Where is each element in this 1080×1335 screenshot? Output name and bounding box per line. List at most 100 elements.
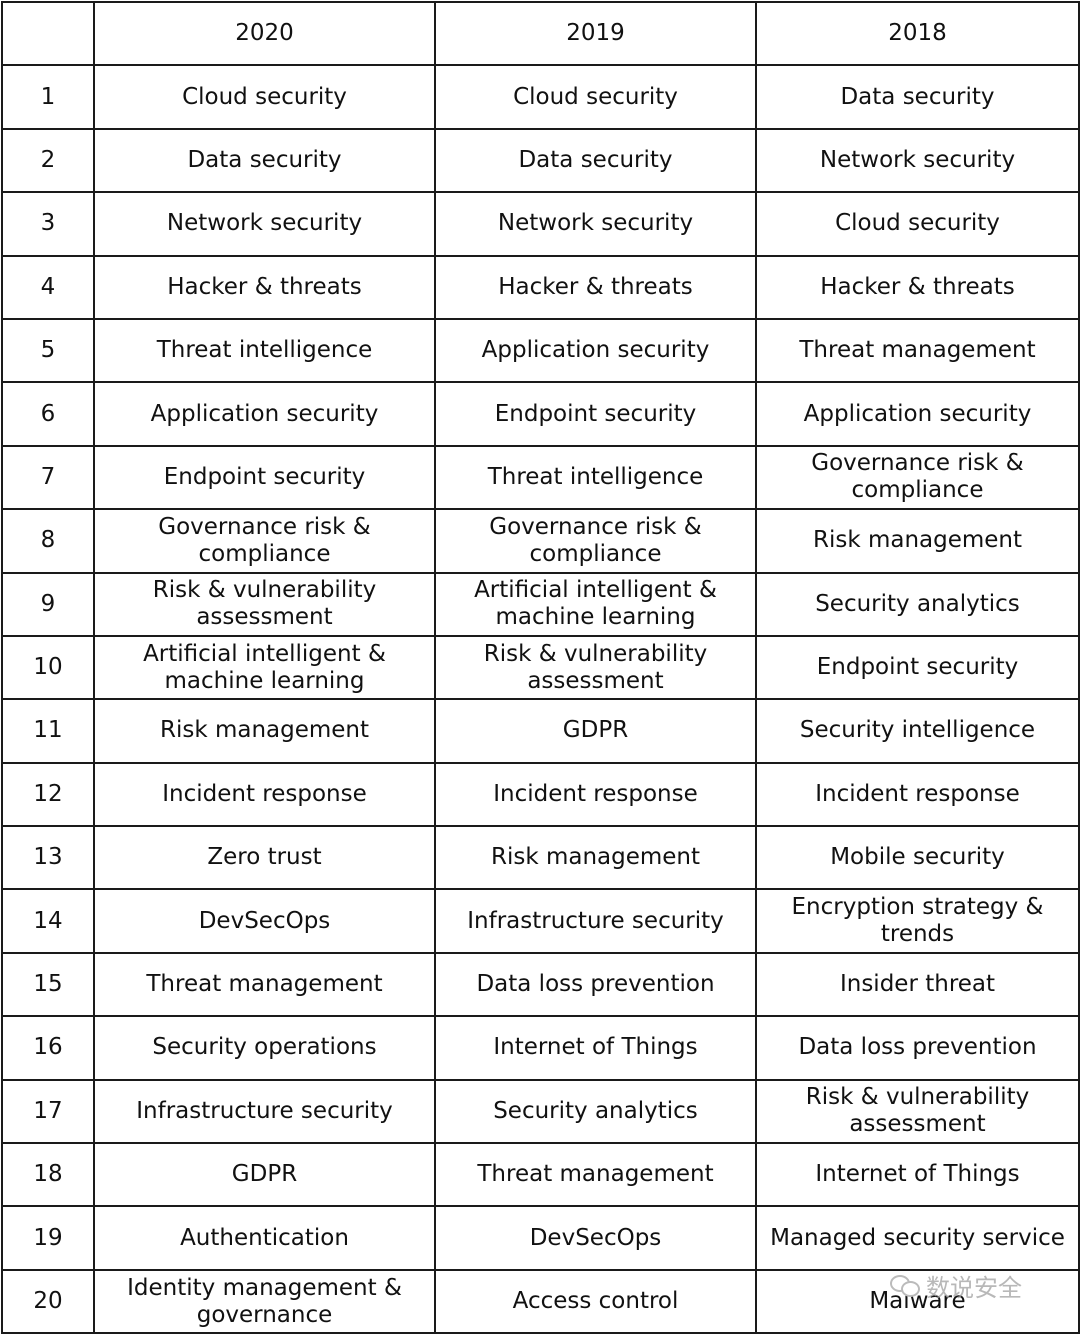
cell-2020: Authentication <box>93 1205 436 1271</box>
cell-2019: Cloud security <box>434 64 757 130</box>
cell-2019: GDPR <box>434 698 757 764</box>
cell-2019: Incident response <box>434 761 757 828</box>
table-row: 9 Risk & vulnerability assessment Artifici… <box>1 571 1080 637</box>
table-row: 5 Threat intelligence Application security… <box>1 317 1080 384</box>
header-2018: 2018 <box>755 0 1080 67</box>
cell-2018: Cloud security <box>755 191 1080 257</box>
rank-cell: 17 <box>1 1078 95 1145</box>
cell-2020: Identity management & governance <box>93 1268 436 1335</box>
table-row: 17 Infrastructure security Security analyt… <box>1 1078 1080 1145</box>
rank-cell: 8 <box>1 508 95 574</box>
cell-2018: Application security <box>755 381 1080 447</box>
cell-2019: Application security <box>434 317 757 384</box>
cell-2020: Network security <box>93 191 436 257</box>
security-topics-ranking-table: 2020 2019 2018 1 Cloud security Cloud secu… <box>1 0 1080 1335</box>
cell-2020: Hacker & threats <box>93 254 436 320</box>
cell-2019: Risk management <box>434 825 757 891</box>
watermark-text: 数说安全 <box>926 1274 1022 1302</box>
cell-2020: Risk management <box>93 698 436 764</box>
cell-2019: Risk & vulnerability assessment <box>434 634 757 701</box>
rank-cell: 6 <box>1 381 95 447</box>
rank-cell: 11 <box>1 698 95 764</box>
rank-cell: 19 <box>1 1205 95 1271</box>
table-row: 12 Incident response Incident response Inci… <box>1 761 1080 828</box>
table-body: 1 Cloud security Cloud security Data securi… <box>1 64 1080 1335</box>
table-row: 14 DevSecOps Infrastructure security Encryp… <box>1 888 1080 954</box>
rank-cell: 20 <box>1 1268 95 1335</box>
cell-2018: Security intelligence <box>755 698 1080 764</box>
cell-2018: Security analytics <box>755 571 1080 637</box>
cell-2019: Data loss prevention <box>434 951 757 1018</box>
table-row: 3 Network security Network security Cloud s… <box>1 191 1080 257</box>
cell-2019: Threat intelligence <box>434 444 757 511</box>
rank-cell: 12 <box>1 761 95 828</box>
table-row: 4 Hacker & threats Hacker & threats Hacker … <box>1 254 1080 320</box>
cell-2019: Artificial intelligent & machine learnin… <box>434 571 757 637</box>
table-row: 1 Cloud security Cloud security Data securi… <box>1 64 1080 130</box>
cell-2020: Threat intelligence <box>93 317 436 384</box>
cell-2018: Internet of Things <box>755 1142 1080 1208</box>
rank-cell: 10 <box>1 634 95 701</box>
cell-2020: Artificial intelligent & machine learnin… <box>93 634 436 701</box>
cell-2020: Data security <box>93 127 436 194</box>
cell-2019: Data security <box>434 127 757 194</box>
header-2019: 2019 <box>434 0 757 67</box>
cell-2019: Threat management <box>434 1142 757 1208</box>
cell-2019: Infrastructure security <box>434 888 757 954</box>
table-row: 13 Zero trust Risk management Mobile securi… <box>1 825 1080 891</box>
cell-2020: Zero trust <box>93 825 436 891</box>
cell-2019: Endpoint security <box>434 381 757 447</box>
table-row: 10 Artificial intelligent & machine learn… <box>1 634 1080 701</box>
watermark: 数说安全 <box>890 1268 1022 1303</box>
cell-2018: Risk management <box>755 508 1080 574</box>
wechat-icon <box>890 1274 920 1297</box>
table-row: 6 Application security Endpoint security Ap… <box>1 381 1080 447</box>
cell-2020: GDPR <box>93 1142 436 1208</box>
rank-cell: 4 <box>1 254 95 320</box>
rank-cell: 13 <box>1 825 95 891</box>
table-row: 19 Authentication DevSecOps Managed securit… <box>1 1205 1080 1271</box>
cell-2020: Governance risk & compliance <box>93 508 436 574</box>
cell-2019: Hacker & threats <box>434 254 757 320</box>
rank-cell: 14 <box>1 888 95 954</box>
cell-2018: Managed security service <box>755 1205 1080 1271</box>
cell-2018: Insider threat <box>755 951 1080 1018</box>
table-row: 7 Endpoint security Threat intelligence Gov… <box>1 444 1080 511</box>
table-row: 16 Security operations Internet of Things D… <box>1 1015 1080 1081</box>
cell-2019: Internet of Things <box>434 1015 757 1081</box>
rank-cell: 16 <box>1 1015 95 1081</box>
cell-2018: Endpoint security <box>755 634 1080 701</box>
cell-2019: DevSecOps <box>434 1205 757 1271</box>
header-rank <box>1 0 95 67</box>
table-row: 8 Governance risk & compliance Governance … <box>1 508 1080 574</box>
table-row: 11 Risk management GDPR Security intelligen… <box>1 698 1080 764</box>
cell-2020: DevSecOps <box>93 888 436 954</box>
cell-2018: Risk & vulnerability assessment <box>755 1078 1080 1145</box>
cell-2020: Incident response <box>93 761 436 828</box>
cell-2018: Governance risk & compliance <box>755 444 1080 511</box>
cell-2018: Data loss prevention <box>755 1015 1080 1081</box>
cell-2019: Governance risk & compliance <box>434 508 757 574</box>
cell-2018: Data security <box>755 64 1080 130</box>
cell-2020: Cloud security <box>93 64 436 130</box>
cell-2020: Application security <box>93 381 436 447</box>
cell-2020: Infrastructure security <box>93 1078 436 1145</box>
rank-cell: 18 <box>1 1142 95 1208</box>
rank-cell: 1 <box>1 64 95 130</box>
table-row: 15 Threat management Data loss prevention I… <box>1 951 1080 1018</box>
cell-2020: Risk & vulnerability assessment <box>93 571 436 637</box>
cell-2019: Network security <box>434 191 757 257</box>
header-2020: 2020 <box>93 0 436 67</box>
cell-2019: Access control <box>434 1268 757 1335</box>
cell-2018: Mobile security <box>755 825 1080 891</box>
cell-2018: Network security <box>755 127 1080 194</box>
header-row: 2020 2019 2018 <box>1 0 1080 67</box>
table-row: 2 Data security Data security Network secur… <box>1 127 1080 194</box>
table-row: 18 GDPR Threat management Internet of Thing… <box>1 1142 1080 1208</box>
cell-2018: Incident response <box>755 761 1080 828</box>
rank-cell: 7 <box>1 444 95 511</box>
cell-2020: Endpoint security <box>93 444 436 511</box>
cell-2019: Security analytics <box>434 1078 757 1145</box>
rank-cell: 2 <box>1 127 95 194</box>
rank-cell: 15 <box>1 951 95 1018</box>
